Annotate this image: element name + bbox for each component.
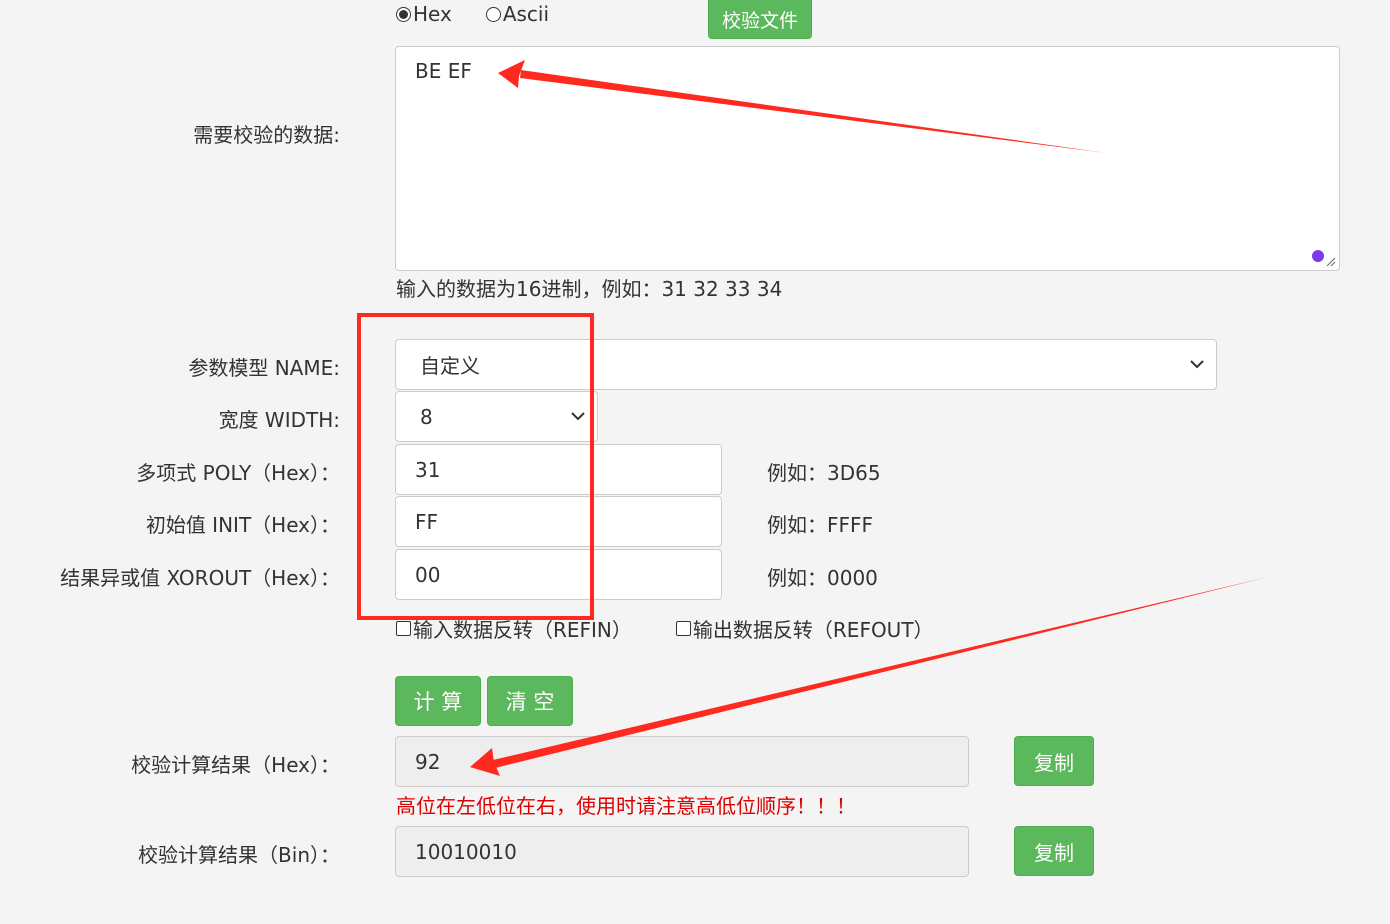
xorout-input[interactable]: 00 [395,549,722,600]
refin-checkbox[interactable]: 输入数据反转（REFIN） [396,614,632,643]
chevron-down-icon [1190,357,1204,373]
name-select-value: 自定义 [420,354,480,378]
name-label: 参数模型 NAME: [188,356,340,380]
result-bin-value: 10010010 [415,839,517,864]
width-select-value: 8 [420,404,433,429]
resize-grip-icon[interactable] [1326,257,1336,267]
poly-example: 例如：3D65 [767,461,881,485]
poly-label: 多项式 POLY（Hex）： [136,461,340,485]
radio-hex[interactable]: Hex [396,2,452,26]
xorout-example: 例如：0000 [767,566,878,590]
refout-checkbox-box[interactable] [675,621,691,636]
radio-ascii-dot[interactable] [485,6,501,22]
calculate-button[interactable]: 计 算 [395,676,481,726]
refin-label: 输入数据反转（REFIN） [413,618,632,642]
poly-value: 31 [415,457,441,482]
poly-input[interactable]: 31 [395,444,722,495]
radio-ascii[interactable]: Ascii [485,2,550,26]
refout-checkbox[interactable]: 输出数据反转（REFOUT） [675,614,934,643]
data-input-label: 需要校验的数据: [193,123,340,147]
init-example: 例如：FFFF [767,513,874,537]
data-input-textarea[interactable]: BE EF [395,46,1340,271]
input-format-radio-group: Hex Ascii [396,2,583,26]
result-bin-label: 校验计算结果（Bin）： [138,843,340,867]
reflect-options: 输入数据反转（REFIN） 输出数据反转（REFOUT） [396,614,978,643]
copy-bin-button[interactable]: 复制 [1014,826,1094,876]
radio-ascii-label: Ascii [502,2,550,26]
xorout-value: 00 [415,562,441,587]
init-input[interactable]: FF [395,496,722,547]
name-select[interactable]: 自定义 [395,339,1217,390]
result-hex-value: 92 [415,749,441,774]
copy-hex-button[interactable]: 复制 [1014,736,1094,786]
data-input-help: 输入的数据为16进制，例如：31 32 33 34 [396,277,783,301]
radio-hex-dot[interactable] [396,6,411,22]
init-value: FF [415,509,439,534]
radio-hex-label: Hex [413,2,452,26]
width-label: 宽度 WIDTH: [218,408,340,432]
result-bin-field[interactable]: 10010010 [395,826,969,877]
data-input-value: BE EF [415,59,472,83]
result-hex-label: 校验计算结果（Hex）： [131,753,340,777]
width-select[interactable]: 8 [395,391,598,442]
purple-dot-icon [1312,250,1324,262]
refout-label: 输出数据反转（REFOUT） [692,618,934,642]
init-label: 初始值 INIT（Hex）： [145,513,340,537]
check-file-button[interactable]: 校验文件 [708,0,812,39]
refin-checkbox-box[interactable] [396,621,411,636]
chevron-down-icon [571,409,585,425]
result-hex-field[interactable]: 92 [395,736,969,787]
byte-order-warning: 高位在左低位在右，使用时请注意高低位顺序！！！ [396,794,856,818]
xorout-label: 结果异或值 XOROUT（Hex）： [60,566,340,590]
clear-button[interactable]: 清 空 [487,676,573,726]
